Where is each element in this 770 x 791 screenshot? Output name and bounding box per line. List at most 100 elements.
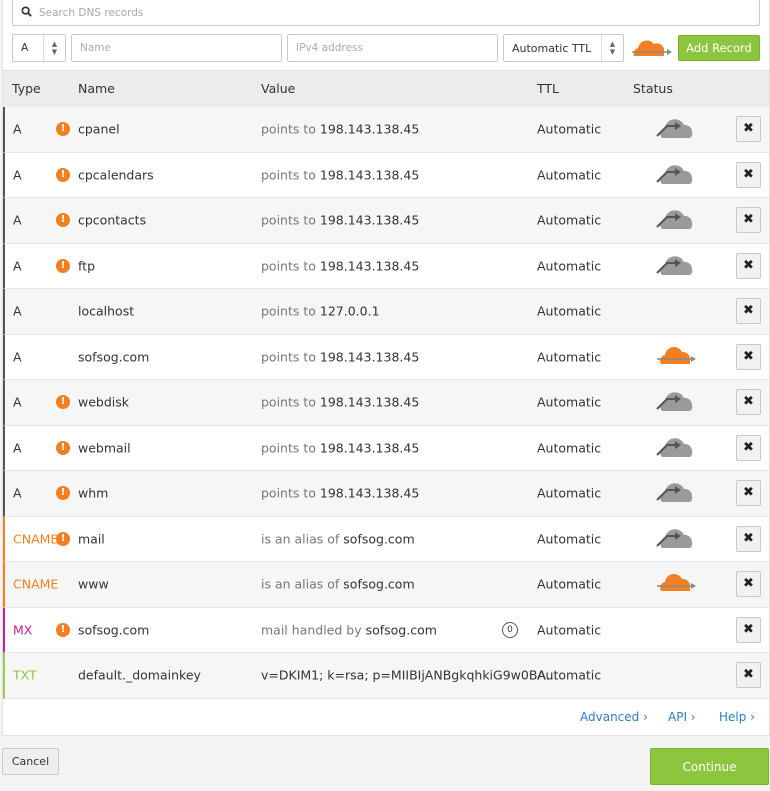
search-bar[interactable]	[12, 0, 760, 26]
delete-record-button[interactable]: ✖	[736, 389, 761, 416]
record-ttl[interactable]: Automatic	[537, 122, 601, 137]
delete-record-button[interactable]: ✖	[736, 434, 761, 461]
record-value[interactable]: points to 127.0.0.1	[261, 304, 380, 319]
table-row[interactable]: A! cpanel points to 198.143.138.45 Automati…	[3, 107, 769, 153]
header-ttl[interactable]: TTL	[537, 81, 559, 96]
record-name[interactable]: webmail	[78, 440, 131, 455]
ipv4-input[interactable]	[296, 42, 497, 54]
ttl-spinner-icon[interactable]: ▲ ▼	[601, 35, 623, 61]
record-type[interactable]: A	[13, 304, 22, 319]
advanced-link[interactable]: Advanced ›	[580, 710, 648, 724]
header-type[interactable]: Type	[12, 81, 41, 96]
record-ttl[interactable]: Automatic	[537, 531, 601, 546]
record-value[interactable]: points to 198.143.138.45	[261, 167, 419, 182]
record-type-spinner-icon[interactable]: ▲ ▼	[43, 35, 65, 61]
record-name[interactable]: sofsog.com	[78, 349, 149, 364]
record-ttl[interactable]: Automatic	[537, 668, 601, 683]
table-row[interactable]: A! ftp points to 198.143.138.45 Automatic ✖	[3, 243, 769, 289]
search-input[interactable]	[39, 6, 739, 19]
record-ttl[interactable]: Automatic	[537, 167, 601, 182]
record-type[interactable]: A	[13, 440, 22, 455]
delete-record-button[interactable]: ✖	[736, 525, 761, 552]
record-name[interactable]: sofsog.com	[78, 622, 149, 637]
record-ttl[interactable]: Automatic	[537, 622, 601, 637]
delete-record-button[interactable]: ✖	[736, 616, 761, 643]
record-ttl[interactable]: Automatic	[537, 213, 601, 228]
record-type[interactable]: A	[13, 395, 22, 410]
record-type[interactable]: A	[13, 349, 22, 364]
record-type[interactable]: A	[13, 258, 22, 273]
mx-priority-badge[interactable]: 0	[502, 621, 518, 638]
help-link[interactable]: Help ›	[719, 710, 755, 724]
record-type[interactable]: A	[13, 122, 22, 137]
warning-icon[interactable]: !	[56, 622, 70, 637]
record-name[interactable]: webdisk	[78, 395, 129, 410]
warning-icon[interactable]: !	[56, 213, 70, 228]
delete-record-button[interactable]: ✖	[736, 116, 761, 143]
record-name[interactable]: cpcontacts	[78, 213, 146, 228]
delete-record-button[interactable]: ✖	[736, 207, 761, 234]
record-name[interactable]: cpanel	[78, 122, 120, 137]
table-row[interactable]: CNAME! mail is an alias of sofsog.com Autom…	[3, 516, 769, 562]
table-row[interactable]: A! cpcalendars points to 198.143.138.45 Aut…	[3, 152, 769, 198]
record-ttl[interactable]: Automatic	[537, 395, 601, 410]
ttl-select[interactable]: Automatic TTL ▲ ▼	[503, 34, 624, 62]
delete-record-button[interactable]: ✖	[736, 252, 761, 279]
record-name[interactable]: ftp	[78, 258, 95, 273]
warning-icon[interactable]: !	[56, 167, 70, 182]
proxied-cloud-icon[interactable]	[655, 344, 697, 370]
record-name[interactable]: whm	[78, 486, 108, 501]
header-name[interactable]: Name	[78, 81, 115, 96]
table-row[interactable]: A! webdisk points to 198.143.138.45 Automat…	[3, 380, 769, 426]
record-type[interactable]: A	[13, 167, 22, 182]
dns-only-cloud-icon[interactable]	[655, 435, 697, 461]
warning-icon[interactable]: !	[56, 486, 70, 501]
record-ttl[interactable]: Automatic	[537, 440, 601, 455]
table-row[interactable]: A! cpcontacts points to 198.143.138.45 Auto…	[3, 198, 769, 244]
table-row[interactable]: A! webmail points to 198.143.138.45 Automat…	[3, 425, 769, 471]
table-row[interactable]: Alocalhost points to 127.0.0.1 Automatic ✖	[3, 289, 769, 335]
dns-only-cloud-icon[interactable]	[655, 253, 697, 279]
warning-icon[interactable]: !	[56, 395, 70, 410]
record-value[interactable]: is an alias of sofsog.com	[261, 577, 415, 592]
header-value[interactable]: Value	[261, 81, 295, 96]
delete-record-button[interactable]: ✖	[736, 571, 761, 598]
proxied-cloud-icon[interactable]	[655, 571, 697, 597]
record-value[interactable]: points to 198.143.138.45	[261, 395, 419, 410]
dns-only-cloud-icon[interactable]	[655, 116, 697, 142]
record-value[interactable]: points to 198.143.138.45	[261, 122, 419, 137]
dns-only-cloud-icon[interactable]	[655, 207, 697, 233]
record-type[interactable]: A	[13, 213, 22, 228]
record-value[interactable]: points to 198.143.138.45	[261, 349, 419, 364]
record-type[interactable]: MX	[13, 622, 32, 637]
warning-icon[interactable]: !	[56, 440, 70, 455]
record-ttl[interactable]: Automatic	[537, 577, 601, 592]
cancel-button[interactable]: Cancel	[2, 748, 59, 775]
record-type[interactable]: A	[13, 486, 22, 501]
delete-record-button[interactable]: ✖	[736, 161, 761, 188]
table-row[interactable]: MX! sofsog.com mail handled by sofsog.com 0…	[3, 607, 769, 653]
record-value[interactable]: mail handled by sofsog.com	[261, 622, 437, 637]
table-row[interactable]: CNAME www is an alias of sofsog.com Automat…	[3, 562, 769, 608]
dns-only-cloud-icon[interactable]	[655, 389, 697, 415]
record-value[interactable]: v=DKIM1; k=rsa; p=MIIBIjANBgkqhkiG9w0BA.…	[261, 668, 558, 683]
record-ttl[interactable]: Automatic	[537, 349, 601, 364]
proxy-toggle-cloud-icon[interactable]	[630, 38, 674, 60]
table-row[interactable]: TXT default._domainkey v=DKIM1; k=rsa; p=M…	[3, 653, 769, 699]
continue-button[interactable]: Continue	[650, 748, 769, 785]
record-name[interactable]: localhost	[78, 304, 134, 319]
warning-icon[interactable]: !	[56, 258, 70, 273]
dns-only-cloud-icon[interactable]	[655, 162, 697, 188]
record-type-select[interactable]: A ▲ ▼	[12, 34, 66, 62]
name-input[interactable]	[80, 42, 281, 54]
header-status[interactable]: Status	[633, 81, 673, 96]
table-row[interactable]: A! whm points to 198.143.138.45 Automatic ✖	[3, 471, 769, 517]
dns-only-cloud-icon[interactable]	[655, 480, 697, 506]
record-type[interactable]: CNAME	[13, 577, 58, 592]
table-row[interactable]: Asofsog.com points to 198.143.138.45 Autom…	[3, 334, 769, 380]
record-ttl[interactable]: Automatic	[537, 304, 601, 319]
warning-icon[interactable]: !	[56, 531, 70, 546]
dns-only-cloud-icon[interactable]	[655, 526, 697, 552]
record-ttl[interactable]: Automatic	[537, 258, 601, 273]
record-name[interactable]: default._domainkey	[78, 668, 201, 683]
